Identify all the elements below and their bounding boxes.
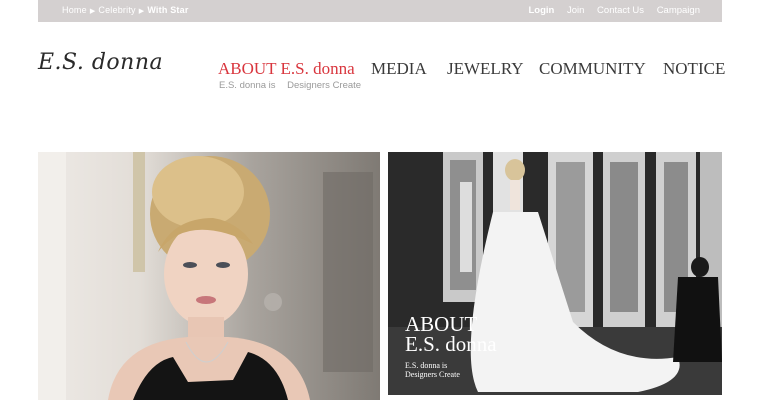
subnav-about-link[interactable]: E.S. donna is [219, 80, 276, 91]
feature-subtitle: E.S. donna is Designers Create [405, 361, 460, 379]
nav-media[interactable]: MEDIA [371, 59, 427, 79]
breadcrumb-arrow-icon: ▶ [89, 8, 96, 15]
nav-notice[interactable]: NOTICE [663, 59, 725, 79]
campaign-link[interactable]: Campaign [657, 5, 700, 16]
breadcrumb-home-link[interactable]: Home [62, 5, 87, 15]
join-link[interactable]: Join [567, 5, 584, 16]
breadcrumb-current: With Star [147, 5, 189, 15]
subnav-designers-link[interactable]: Designers Create [287, 80, 361, 91]
breadcrumb: Home ▶ Celebrity ▶ With Star [62, 5, 189, 15]
subnav: E.S. donna is Designers Create [219, 80, 370, 91]
feature-title: ABOUT E.S. donna [405, 312, 497, 356]
breadcrumb-arrow-icon: ▶ [138, 8, 145, 15]
login-link[interactable]: Login [528, 5, 554, 16]
main-nav: ABOUT E.S. donna MEDIA JEWELRY COMMUNITY… [0, 59, 760, 79]
feature-banner[interactable]: ABOUT E.S. donna E.S. donna is Designers… [388, 152, 722, 395]
breadcrumb-celebrity-link[interactable]: Celebrity [98, 5, 135, 15]
portrait-photo [38, 152, 380, 400]
feature-title-line2: E.S. donna [405, 332, 497, 356]
bride-illustration [388, 152, 722, 395]
feature-subtitle-line1: E.S. donna is [405, 361, 448, 370]
utility-nav: Login Join Contact Us Campaign [518, 5, 700, 16]
top-bar: Home ▶ Celebrity ▶ With Star Login Join Cont… [38, 0, 722, 22]
nav-community[interactable]: COMMUNITY [539, 59, 646, 79]
contact-us-link[interactable]: Contact Us [597, 5, 644, 16]
feature-title-line1: ABOUT [405, 312, 478, 336]
feature-subtitle-line2: Designers Create [405, 370, 460, 379]
portrait-illustration [38, 152, 373, 400]
nav-about[interactable]: ABOUT E.S. donna [218, 59, 355, 79]
nav-jewelry[interactable]: JEWELRY [447, 59, 524, 79]
